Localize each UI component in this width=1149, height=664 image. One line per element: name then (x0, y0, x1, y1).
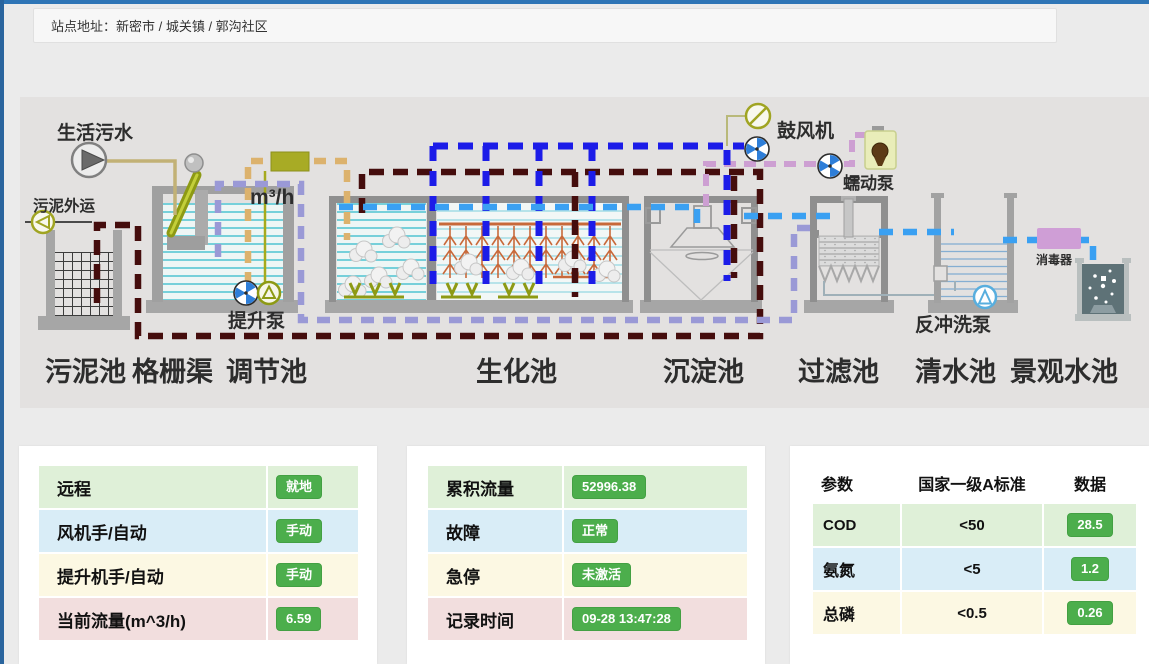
row-label: 提升机手/自动 (39, 554, 266, 596)
tank-label-filter: 过滤池 (798, 357, 879, 387)
label-inlet: 生活污水 (57, 121, 134, 144)
table-row: 远程 就地 (39, 466, 358, 508)
label-lift-pump: 提升泵 (228, 309, 285, 332)
table-row: 记录时间 09-28 13:47:28 (428, 598, 747, 640)
blower-valve-icon (746, 104, 770, 128)
inlet-pump-icon (72, 143, 106, 177)
param-name: 氨氮 (813, 548, 900, 590)
label-flow-unit: m³/h (250, 186, 294, 209)
timestamp-badge: 09-28 13:47:28 (572, 607, 681, 631)
row-label: 急停 (428, 554, 562, 596)
column-header: 国家一级A标准 (902, 468, 1042, 498)
lift-pump-icon (258, 282, 280, 304)
tank-label-clearwater: 清水池 (915, 357, 996, 387)
control-panel-card: 远程 就地 风机手/自动 手动 提升机手/自动 手动 当前流量(m^3/h) 6… (19, 446, 377, 664)
row-label: 累积流量 (428, 466, 562, 508)
process-flow-diagram: 生活污水 污泥外运 m³/h 提升泵 鼓风机 蠕动泵 反冲洗泵 消毒器 污泥池 … (20, 97, 1149, 408)
status-panel-card: 累积流量 52996.38 故障 正常 急停 未激活 记录时间 09-28 13… (407, 446, 765, 664)
row-label: 风机手/自动 (39, 510, 266, 552)
tank-label-sludge: 污泥池 (45, 357, 126, 387)
label-backwash-pump: 反冲洗泵 (915, 313, 991, 336)
row-label: 远程 (39, 466, 266, 508)
label-peristaltic-pump: 蠕动泵 (843, 174, 894, 193)
backwash-pump-icon (974, 286, 996, 308)
label-blower: 鼓风机 (777, 119, 834, 142)
disinfector-device (1037, 228, 1081, 249)
table-row: 当前流量(m^3/h) 6.59 (39, 598, 358, 640)
landscape-pool (1075, 258, 1131, 321)
status-badge: 手动 (276, 519, 322, 543)
tank-label-grid: 格栅渠 (132, 357, 213, 387)
column-header: 参数 (813, 468, 900, 498)
value-badge: 1.2 (1071, 557, 1109, 581)
table-row: 故障 正常 (428, 510, 747, 552)
param-name: COD (813, 504, 900, 546)
filter-media (819, 236, 879, 266)
table-row: 总磷 <0.5 0.26 (813, 592, 1132, 634)
tank-label-landscape: 景观水池 (1010, 357, 1118, 387)
value-badge: 28.5 (1067, 513, 1112, 537)
status-badge: 未激活 (572, 563, 631, 587)
table-row: COD <50 28.5 (813, 504, 1132, 546)
site-address-text: 站点地址：新密市 / 城关镇 / 郭沟社区 (34, 16, 268, 35)
column-header: 数据 (1044, 468, 1136, 498)
tank-label-regulating: 调节池 (226, 357, 307, 387)
table-row: 急停 未激活 (428, 554, 747, 596)
param-standard: <50 (902, 504, 1042, 546)
status-badge: 就地 (276, 475, 322, 499)
param-name: 总磷 (813, 592, 900, 634)
status-badge: 正常 (572, 519, 618, 543)
value-badge: 52996.38 (572, 475, 646, 499)
water-quality-card: 参数 国家一级A标准 数据 COD <50 28.5 氨氮 <5 1.2 总磷 … (790, 446, 1149, 664)
row-label: 故障 (428, 510, 562, 552)
table-row: 风机手/自动 手动 (39, 510, 358, 552)
table-row: 氨氮 <5 1.2 (813, 548, 1132, 590)
top-accent-bar (0, 0, 1149, 4)
row-label: 当前流量(m^3/h) (39, 598, 266, 640)
flow-meter (271, 152, 309, 171)
label-disinfector: 消毒器 (1036, 252, 1073, 267)
table-row: 累积流量 52996.38 (428, 466, 747, 508)
table-header-row: 参数 国家一级A标准 数据 (813, 468, 1132, 498)
site-address-bar: 站点地址：新密市 / 城关镇 / 郭沟社区 (33, 8, 1057, 43)
value-badge: 0.26 (1067, 601, 1112, 625)
status-badge: 手动 (276, 563, 322, 587)
tank-label-biochemical: 生化池 (476, 357, 557, 387)
value-badge: 6.59 (276, 607, 321, 631)
row-label: 记录时间 (428, 598, 562, 640)
label-sludge-out: 污泥外运 (33, 196, 96, 215)
screen-drive-wheel (185, 154, 203, 172)
peristaltic-pump-device (865, 126, 896, 169)
param-standard: <0.5 (902, 592, 1042, 634)
tank-label-sedimentation: 沉淀池 (663, 356, 744, 387)
param-standard: <5 (902, 548, 1042, 590)
table-row: 提升机手/自动 手动 (39, 554, 358, 596)
biochemical-tank (325, 196, 633, 313)
left-accent-bar (0, 0, 4, 664)
